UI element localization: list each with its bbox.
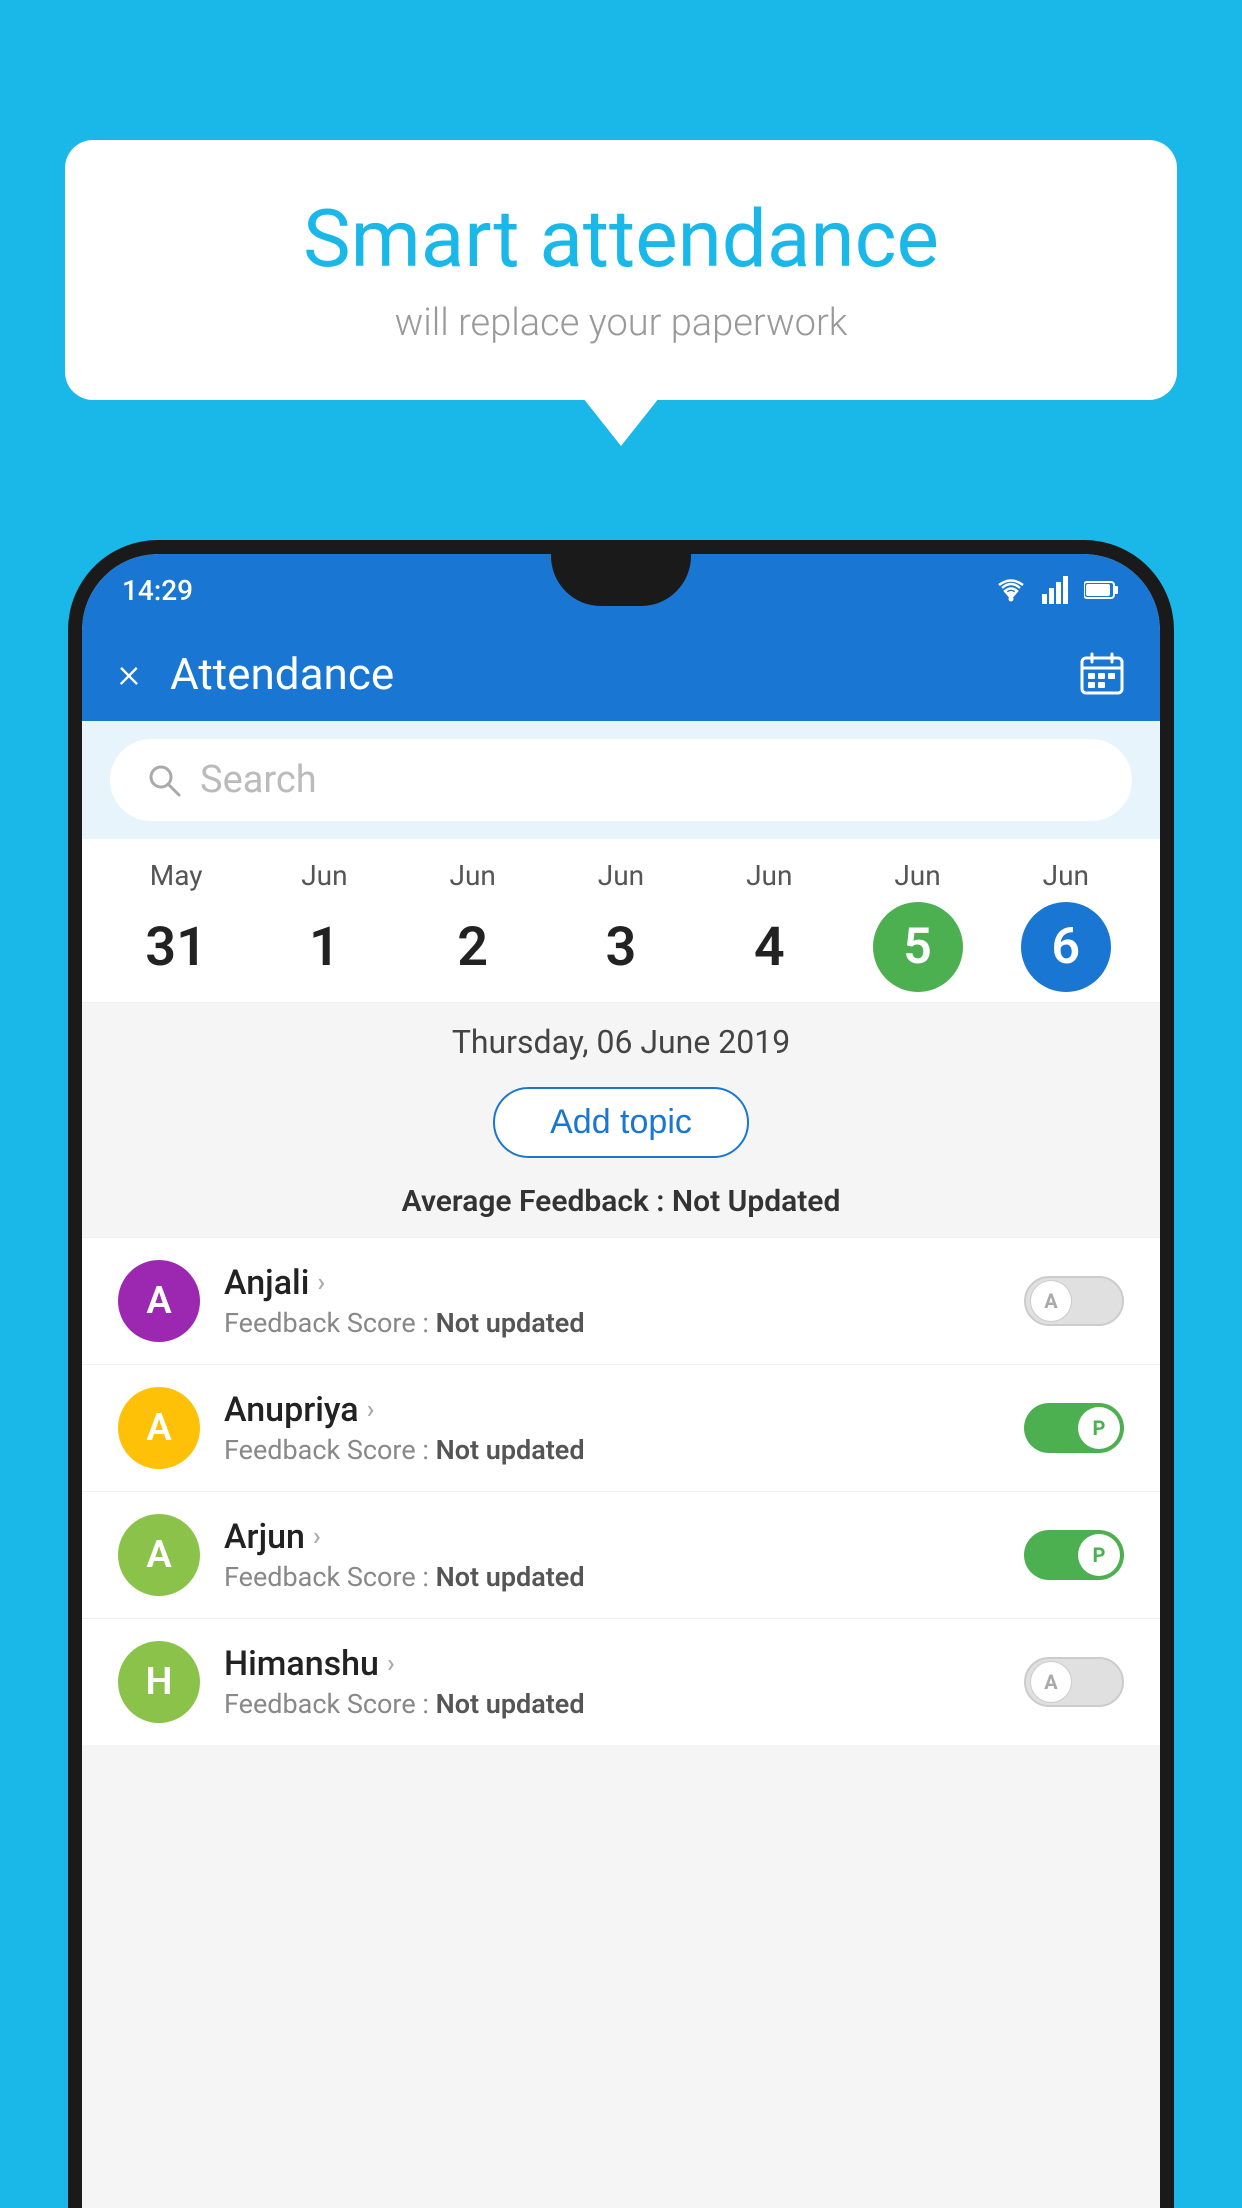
attendance-toggle[interactable]: P xyxy=(1024,1403,1124,1453)
toggle-knob: A xyxy=(1030,1280,1072,1322)
selected-date-text: Thursday, 06 June 2019 xyxy=(452,1023,790,1061)
date-day[interactable]: 5 xyxy=(873,902,963,992)
add-topic-button[interactable]: Add topic xyxy=(493,1087,749,1158)
date-month: Jun xyxy=(301,859,347,892)
phone-frame: 14:29 xyxy=(68,540,1174,2208)
attendance-toggle[interactable]: P xyxy=(1024,1530,1124,1580)
feedback-score: Feedback Score : Not updated xyxy=(224,1307,1000,1339)
search-icon xyxy=(146,762,182,798)
date-col[interactable]: Jun 4 xyxy=(714,859,824,992)
student-name: Himanshu › xyxy=(224,1644,1000,1684)
student-avatar: A xyxy=(118,1260,200,1342)
wifi-icon xyxy=(994,576,1028,604)
toggle-knob: P xyxy=(1078,1534,1120,1576)
date-month: May xyxy=(150,859,203,892)
feedback-value: Not updated xyxy=(436,1561,585,1593)
signal-icon xyxy=(1042,576,1070,604)
feedback-value: Not updated xyxy=(436,1307,585,1339)
student-item[interactable]: A Arjun › Feedback Score : Not updated P xyxy=(82,1491,1160,1618)
feedback-value: Not updated xyxy=(436,1434,585,1466)
date-strip: May 31 Jun 1 Jun 2 Jun 3 Jun 4 Jun 5 Jun 6 xyxy=(82,839,1160,1002)
student-name: Anupriya › xyxy=(224,1390,1000,1430)
date-month: Jun xyxy=(450,859,496,892)
chevron-right-icon: › xyxy=(313,1522,321,1552)
avg-feedback: Average Feedback : Not Updated xyxy=(82,1176,1160,1237)
date-col[interactable]: Jun 2 xyxy=(418,859,528,992)
student-item[interactable]: H Himanshu › Feedback Score : Not updated A xyxy=(82,1618,1160,1745)
feedback-value: Not updated xyxy=(436,1688,585,1720)
status-icons xyxy=(994,576,1120,604)
feedback-score: Feedback Score : Not updated xyxy=(224,1688,1000,1720)
student-avatar: A xyxy=(118,1514,200,1596)
date-col[interactable]: Jun 1 xyxy=(269,859,379,992)
speech-bubble: Smart attendance will replace your paper… xyxy=(65,140,1177,400)
phone-screen: 14:29 xyxy=(82,554,1160,2208)
date-col[interactable]: Jun 3 xyxy=(566,859,676,992)
date-col[interactable]: Jun 5 xyxy=(863,859,973,992)
status-bar: 14:29 xyxy=(82,554,1160,626)
close-button[interactable]: × xyxy=(118,649,140,698)
notch xyxy=(551,554,691,606)
date-col[interactable]: May 31 xyxy=(121,859,231,992)
feedback-score: Feedback Score : Not updated xyxy=(224,1561,1000,1593)
date-col[interactable]: Jun 6 xyxy=(1011,859,1121,992)
student-info: Arjun › Feedback Score : Not updated xyxy=(224,1517,1000,1593)
date-columns: May 31 Jun 1 Jun 2 Jun 3 Jun 4 Jun 5 Jun 6 xyxy=(82,859,1160,992)
date-month: Jun xyxy=(1043,859,1089,892)
date-month: Jun xyxy=(746,859,792,892)
search-container: Search xyxy=(82,721,1160,839)
toggle-knob: P xyxy=(1078,1407,1120,1449)
date-day[interactable]: 6 xyxy=(1021,902,1111,992)
student-info: Anjali › Feedback Score : Not updated xyxy=(224,1263,1000,1339)
bubble-subtitle: will replace your paperwork xyxy=(125,301,1117,345)
attendance-toggle[interactable]: A xyxy=(1024,1657,1124,1707)
date-day[interactable]: 3 xyxy=(576,902,666,992)
attendance-toggle[interactable]: A xyxy=(1024,1276,1124,1326)
avg-feedback-value: Not Updated xyxy=(672,1184,840,1219)
calendar-icon[interactable] xyxy=(1080,652,1124,696)
bubble-title: Smart attendance xyxy=(125,195,1117,283)
student-name: Anjali › xyxy=(224,1263,1000,1303)
date-day[interactable]: 2 xyxy=(428,902,518,992)
student-info: Anupriya › Feedback Score : Not updated xyxy=(224,1390,1000,1466)
app-header: × Attendance xyxy=(82,626,1160,721)
screen-body: Search May 31 Jun 1 Jun 2 Jun 3 Jun 4 Jun 5 Jun 6 Thu… xyxy=(82,721,1160,2208)
chevron-right-icon: › xyxy=(387,1649,395,1679)
battery-icon xyxy=(1084,580,1120,600)
student-info: Himanshu › Feedback Score : Not updated xyxy=(224,1644,1000,1720)
student-avatar: A xyxy=(118,1387,200,1469)
status-time: 14:29 xyxy=(122,574,193,607)
header-title: Attendance xyxy=(170,648,1080,700)
student-list: AAnjali ›Feedback Score : Not updatedAAA… xyxy=(82,1237,1160,1745)
selected-date-info: Thursday, 06 June 2019 xyxy=(82,1002,1160,1073)
date-day[interactable]: 31 xyxy=(131,902,221,992)
date-month: Jun xyxy=(894,859,940,892)
toggle-knob: A xyxy=(1030,1661,1072,1703)
student-item[interactable]: A Anupriya › Feedback Score : Not updated P xyxy=(82,1364,1160,1491)
chevron-right-icon: › xyxy=(367,1395,375,1425)
student-avatar: H xyxy=(118,1641,200,1723)
avg-feedback-label: Average Feedback : xyxy=(402,1184,665,1219)
add-topic-container: Add topic xyxy=(82,1073,1160,1176)
speech-bubble-container: Smart attendance will replace your paper… xyxy=(65,140,1177,400)
date-day[interactable]: 4 xyxy=(724,902,814,992)
search-bar[interactable]: Search xyxy=(110,739,1132,821)
search-placeholder: Search xyxy=(200,758,317,802)
student-item[interactable]: A Anjali › Feedback Score : Not updated A xyxy=(82,1237,1160,1364)
phone-inner: 14:29 xyxy=(82,554,1160,2208)
chevron-right-icon: › xyxy=(317,1268,325,1298)
date-month: Jun xyxy=(598,859,644,892)
student-name: Arjun › xyxy=(224,1517,1000,1557)
date-day[interactable]: 1 xyxy=(279,902,369,992)
feedback-score: Feedback Score : Not updated xyxy=(224,1434,1000,1466)
